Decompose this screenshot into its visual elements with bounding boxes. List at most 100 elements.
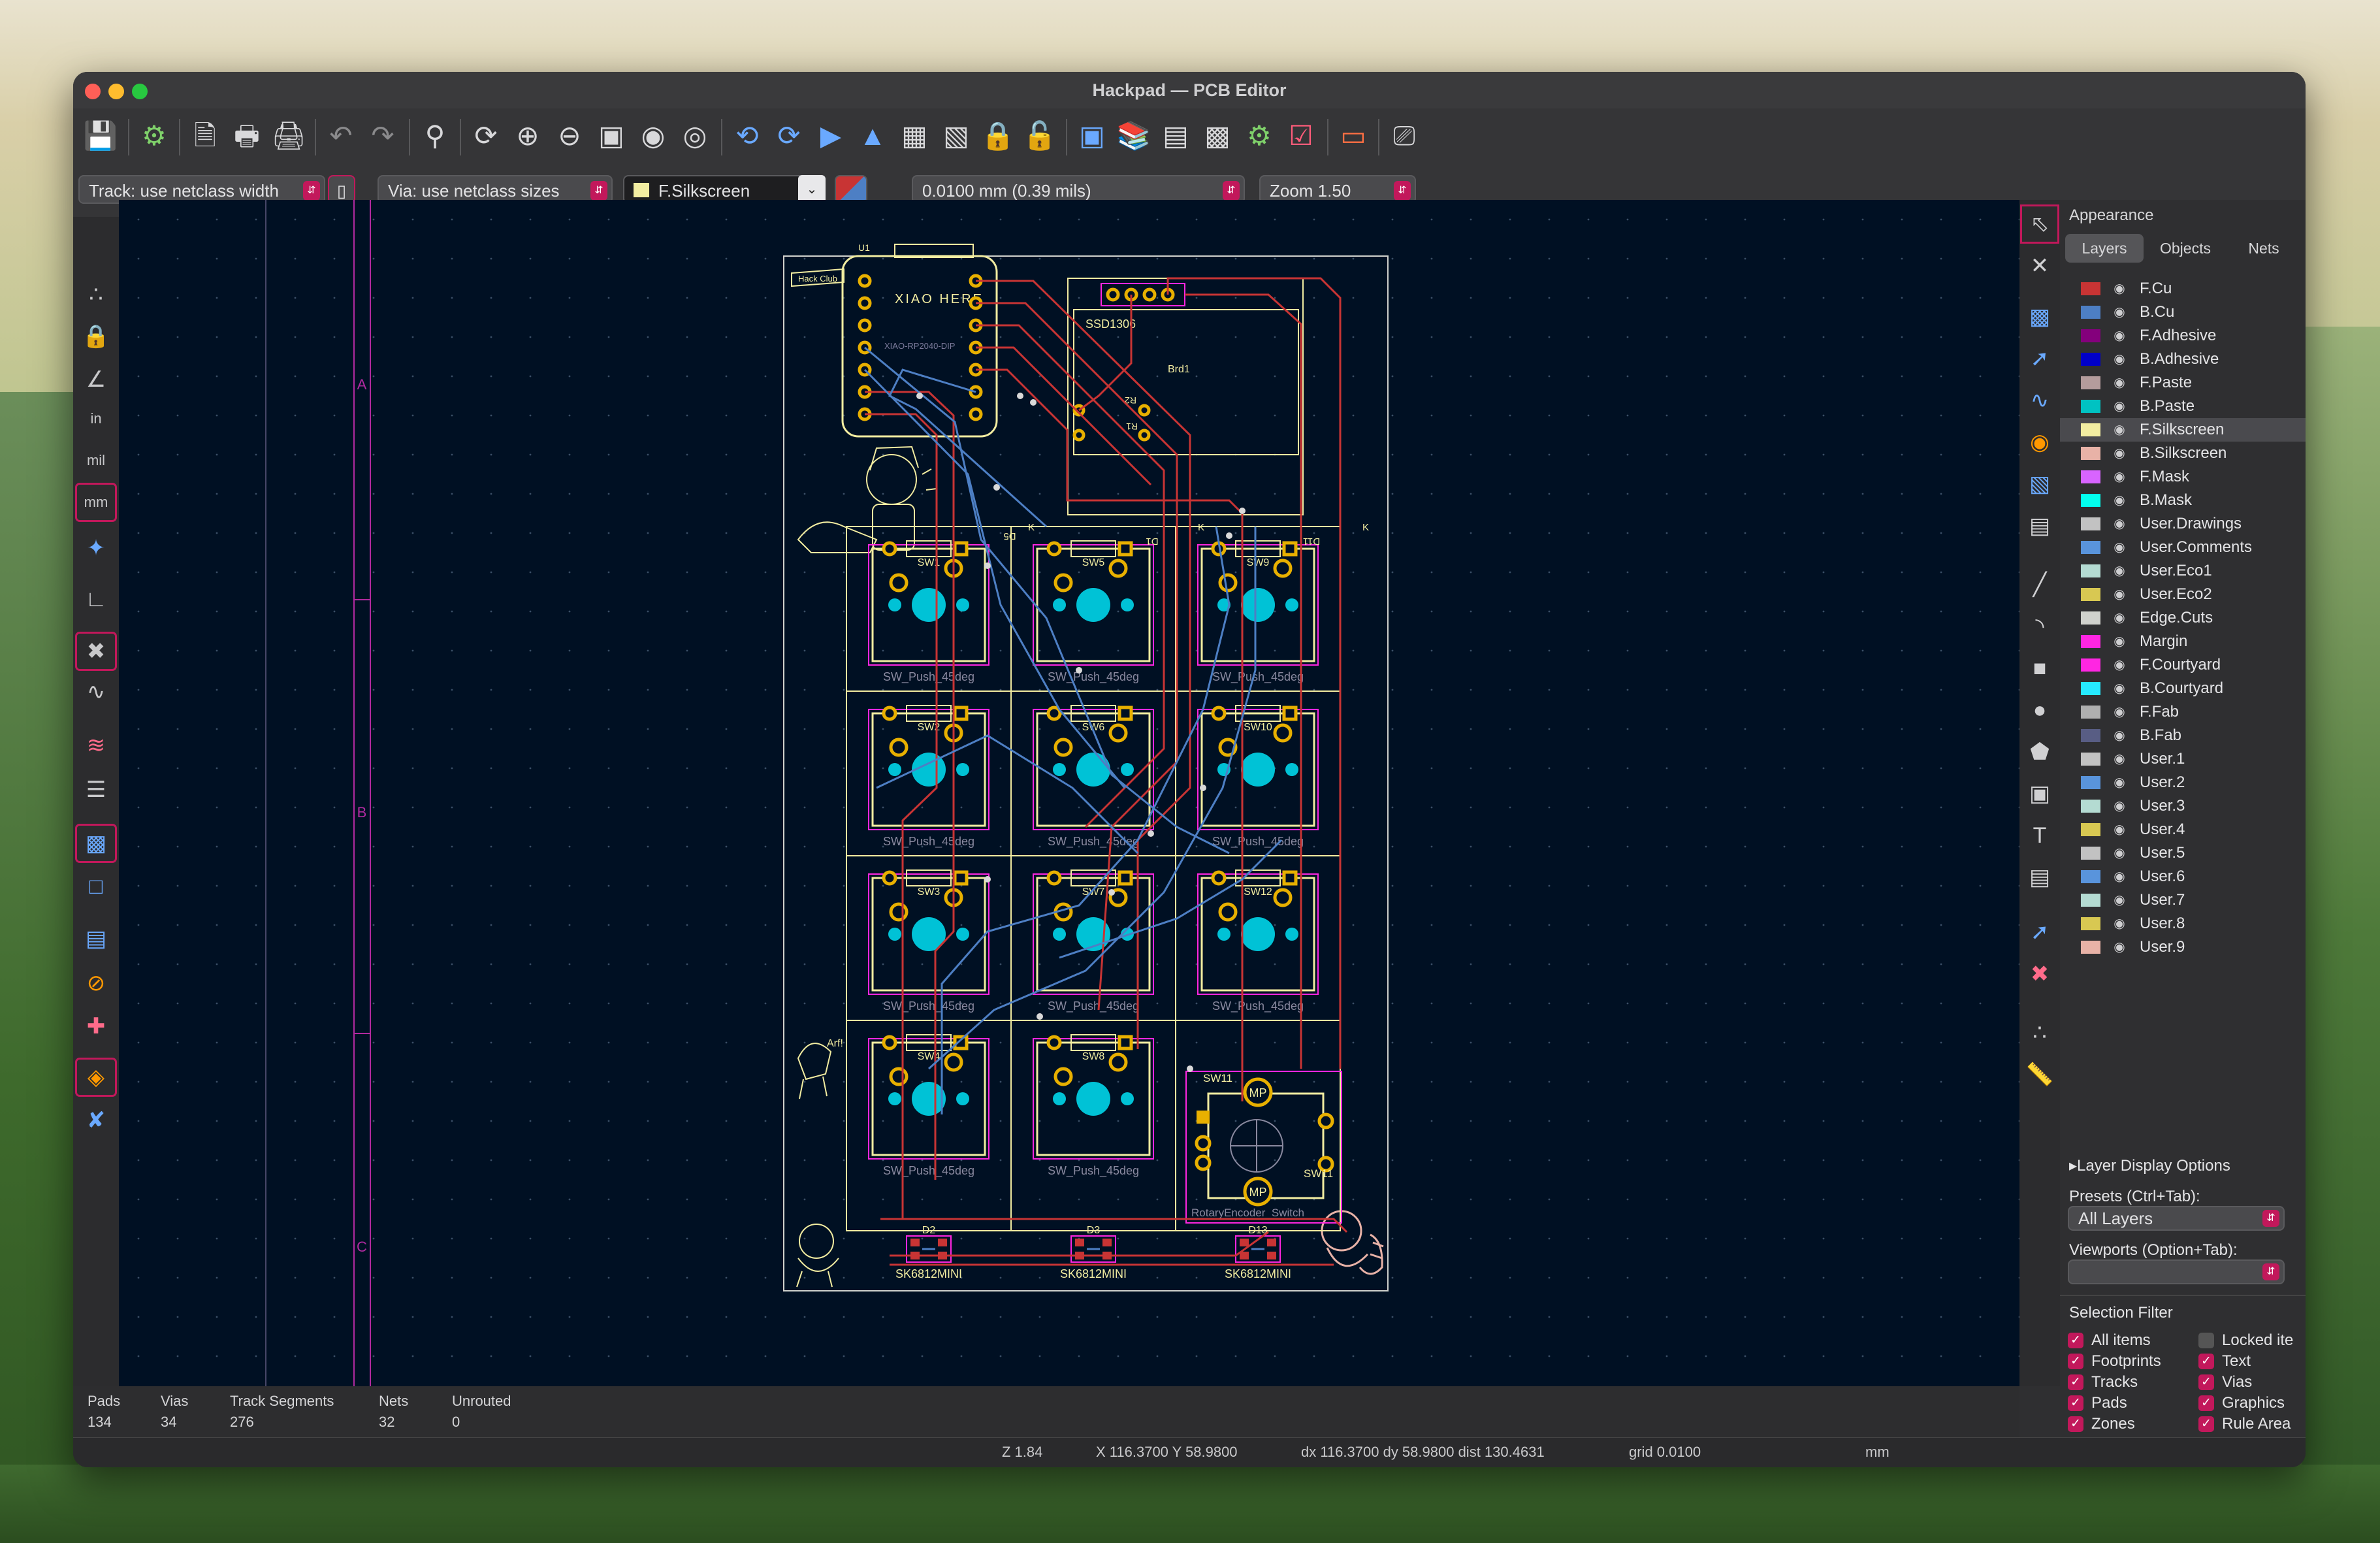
rotate-cw-icon[interactable]: ⟳ [769, 116, 809, 155]
grid-toggle-icon[interactable]: ∴ [77, 277, 115, 312]
layer-row[interactable]: ◉ F.Courtyard [2060, 653, 2306, 677]
mirror-icon[interactable]: ▲ [853, 116, 892, 155]
layer-color-swatch[interactable] [2081, 682, 2100, 695]
layer-row[interactable]: ◉ F.Paste [2060, 371, 2306, 395]
properties-tools-icon[interactable]: ✘ [77, 1103, 115, 1138]
layer-color-swatch[interactable] [2081, 282, 2100, 295]
layers-manager-icon[interactable]: ◈ [75, 1058, 117, 1097]
pcb-canvas[interactable]: A B C U1 XIAO HERE XIAO-RP2040-DIP Hack … [119, 200, 2019, 1386]
plot-icon[interactable]: 🖨 [269, 116, 308, 155]
eye-icon[interactable]: ◉ [2110, 747, 2129, 771]
find-icon[interactable]: ⚲ [415, 116, 455, 155]
eye-icon[interactable]: ◉ [2110, 418, 2129, 442]
flip-icon[interactable]: ▶ [811, 116, 850, 155]
filter-checkbox[interactable]: ✓ [2068, 1416, 2083, 1432]
eye-icon[interactable]: ◉ [2110, 512, 2129, 536]
zoom-objects-icon[interactable]: ◉ [634, 116, 673, 155]
cursor-crosshair-icon[interactable]: ✦ [77, 530, 115, 566]
tab-objects[interactable]: Objects [2146, 234, 2225, 263]
layer-color-swatch[interactable] [2081, 588, 2100, 601]
layer-color-swatch[interactable] [2081, 376, 2100, 389]
eye-icon[interactable]: ◉ [2110, 818, 2129, 841]
add-textbox-icon[interactable]: ▤ [2022, 860, 2057, 895]
local-ratsnest-icon[interactable]: ✕ [2022, 248, 2057, 284]
ratsnest-icon[interactable]: ✖ [75, 632, 117, 671]
pcb-drawing[interactable]: A B C U1 XIAO HERE XIAO-RP2040-DIP Hack … [119, 200, 2019, 1386]
eye-icon[interactable]: ◉ [2110, 442, 2129, 465]
draw-rectangle-icon[interactable]: ■ [2022, 651, 2057, 686]
draw-line-icon[interactable]: ╱ [2022, 567, 2057, 602]
eye-icon[interactable]: ◉ [2110, 324, 2129, 348]
filter-checkbox[interactable]: ✓ [2068, 1374, 2083, 1390]
measure-icon[interactable]: 📏 [2022, 1057, 2057, 1092]
group-icon[interactable]: ▦ [895, 116, 934, 155]
eye-icon[interactable]: ◉ [2110, 465, 2129, 489]
delete-tool-icon[interactable]: ✖ [2022, 956, 2057, 992]
layer-color-swatch[interactable] [2081, 894, 2100, 907]
update-pcb-icon[interactable]: ▣ [1072, 116, 1112, 155]
layer-color-swatch[interactable] [2081, 423, 2100, 436]
inches-units-button[interactable]: in [77, 401, 115, 436]
show-tracks-icon[interactable]: ☰ [77, 772, 115, 807]
layer-color-swatch[interactable] [2081, 870, 2100, 883]
select-icon[interactable]: ⬁ [2020, 204, 2059, 244]
layer-row[interactable]: ◉ B.Silkscreen [2060, 442, 2306, 465]
layer-row[interactable]: ◉ F.Fab [2060, 700, 2306, 724]
layer-row[interactable]: ◉ User.Eco1 [2060, 559, 2306, 583]
layer-color-swatch[interactable] [2081, 541, 2100, 554]
layer-row[interactable]: ◉ User.1 [2060, 747, 2306, 771]
eye-icon[interactable]: ◉ [2110, 888, 2129, 912]
filter-checkbox[interactable]: ✓ [2068, 1354, 2083, 1369]
add-zone-icon[interactable]: ▧ [2022, 466, 2057, 502]
layer-color-swatch[interactable] [2081, 494, 2100, 507]
layer-row[interactable]: ◉ User.9 [2060, 935, 2306, 959]
save-icon[interactable]: 💾 [81, 116, 120, 155]
layer-row[interactable]: ◉ B.Paste [2060, 395, 2306, 418]
layer-color-swatch[interactable] [2081, 353, 2100, 366]
eye-icon[interactable]: ◉ [2110, 395, 2129, 418]
layer-row[interactable]: ◉ User.8 [2060, 912, 2306, 935]
layer-row[interactable]: ◉ B.Mask [2060, 489, 2306, 512]
eye-icon[interactable]: ◉ [2110, 677, 2129, 700]
eye-icon[interactable]: ◉ [2110, 935, 2129, 959]
layer-color-swatch[interactable] [2081, 306, 2100, 319]
add-text-icon[interactable]: T [2022, 818, 2057, 853]
eye-icon[interactable]: ◉ [2110, 865, 2129, 888]
zone-fill-icon[interactable]: ▩ [75, 824, 117, 863]
layer-row[interactable]: ◉ F.Cu [2060, 277, 2306, 300]
layer-row[interactable]: ◉ B.Adhesive [2060, 348, 2306, 371]
eye-icon[interactable]: ◉ [2110, 771, 2129, 794]
layer-row[interactable]: ◉ User.Eco2 [2060, 583, 2306, 606]
filter-checkbox[interactable]: ✓ [2198, 1374, 2214, 1390]
tune-length-icon[interactable]: ∿ [2022, 383, 2057, 418]
add-via-icon[interactable]: ◉ [2022, 425, 2057, 460]
eye-icon[interactable]: ◉ [2110, 536, 2129, 559]
zoom-in-icon[interactable]: ⊕ [508, 116, 547, 155]
layer-row[interactable]: ◉ User.4 [2060, 818, 2306, 841]
zoom-selection-icon[interactable]: ◎ [675, 116, 715, 155]
eye-icon[interactable]: ◉ [2110, 348, 2129, 371]
lock-overlay-icon[interactable]: 🔒 [77, 319, 115, 354]
filter-checkbox[interactable]: ✓ [2198, 1354, 2214, 1369]
footprint-library-icon[interactable]: 📚 [1114, 116, 1153, 155]
eye-icon[interactable]: ◉ [2110, 724, 2129, 747]
add-dimension-icon[interactable]: ➚ [2022, 915, 2057, 950]
layer-row[interactable]: ◉ User.3 [2060, 794, 2306, 818]
page-settings-icon[interactable]: 🗎 [185, 116, 225, 155]
layer-color-swatch[interactable] [2081, 517, 2100, 530]
route-track-icon[interactable]: ➚ [2022, 341, 2057, 376]
filter-checkbox[interactable]: ✓ [2068, 1395, 2083, 1411]
scripting-icon[interactable]: ⚙ [1240, 116, 1279, 155]
layer-row[interactable]: ◉ Margin [2060, 630, 2306, 653]
eye-icon[interactable]: ◉ [2110, 653, 2129, 677]
layer-row[interactable]: ◉ F.Adhesive [2060, 324, 2306, 348]
draw-arc-icon[interactable]: ◝ [2022, 609, 2057, 644]
layer-color-swatch[interactable] [2081, 917, 2100, 930]
layer-row[interactable]: ◉ F.Mask [2060, 465, 2306, 489]
tab-layers[interactable]: Layers [2065, 234, 2144, 263]
filter-checkbox[interactable]: ✓ [2198, 1395, 2214, 1411]
eye-icon[interactable]: ◉ [2110, 583, 2129, 606]
add-footprint-icon[interactable]: ▩ [2022, 299, 2057, 334]
presets-select[interactable]: All Layers ⇵ [2068, 1206, 2285, 1231]
redo-icon[interactable]: ↷ [363, 116, 402, 155]
